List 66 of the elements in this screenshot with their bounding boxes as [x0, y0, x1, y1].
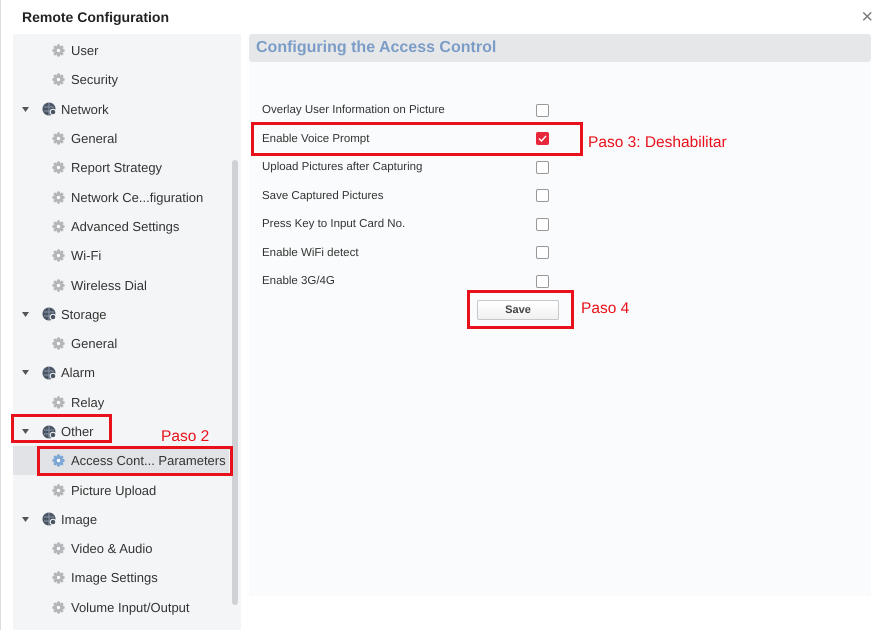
- annotation-label: Paso 2: [161, 427, 210, 447]
- gear-icon: [52, 396, 65, 409]
- checkbox[interactable]: [536, 274, 549, 288]
- scrollbar[interactable]: [232, 160, 238, 605]
- tree-item[interactable]: General: [13, 124, 229, 154]
- gear-icon: [52, 249, 65, 262]
- tree-item[interactable]: Wireless Dial: [13, 270, 229, 300]
- tree-item[interactable]: Relay: [13, 388, 229, 417]
- gear-icon: [52, 542, 65, 556]
- caret-icon[interactable]: [22, 429, 29, 434]
- gear-icon: [52, 161, 65, 174]
- option-label: Press Key to Input Card No.: [262, 218, 406, 230]
- close-button[interactable]: ×: [861, 7, 873, 27]
- tree-item[interactable]: Picture Upload: [13, 475, 229, 505]
- option-label: Overlay User Information on Picture: [262, 104, 446, 116]
- caret-icon[interactable]: [22, 370, 29, 376]
- annotation-label: Paso 4: [581, 299, 630, 319]
- option-label: Enable Voice Prompt: [262, 132, 370, 145]
- gear-icon: [52, 571, 65, 584]
- tree-item[interactable]: Advanced Settings: [13, 212, 229, 242]
- gear-icon: [52, 600, 65, 614]
- caret-icon[interactable]: [22, 106, 29, 112]
- tree-group[interactable]: Storage: [22, 304, 109, 324]
- tree-group[interactable]: Alarm: [22, 362, 97, 383]
- tree-item[interactable]: Report Strategy: [13, 153, 229, 182]
- checkbox[interactable]: [536, 132, 549, 146]
- gear-icon: [52, 220, 65, 233]
- tree-item[interactable]: Network Ce...figuration: [13, 182, 229, 212]
- gear-icon: [52, 337, 65, 350]
- globe-gear-icon: [42, 307, 57, 322]
- tree-item[interactable]: Video & Audio: [13, 534, 229, 564]
- option-label: Enable 3G/4G: [262, 275, 336, 288]
- gear-icon: [52, 190, 65, 204]
- checkbox[interactable]: [536, 189, 549, 202]
- gear-icon: [52, 44, 65, 58]
- globe-gear-icon: [42, 102, 57, 116]
- tree-group[interactable]: Other: [22, 422, 96, 442]
- gear-icon: [52, 278, 65, 292]
- tree-item[interactable]: Volume Input/Output: [13, 592, 229, 622]
- caret-icon[interactable]: [22, 516, 29, 522]
- gear-icon: [52, 73, 65, 86]
- checkbox[interactable]: [536, 104, 549, 117]
- tree-item[interactable]: User: [13, 36, 229, 66]
- save-button[interactable]: Save: [477, 300, 559, 320]
- tree-item[interactable]: Wi-Fi: [13, 241, 229, 270]
- checkbox[interactable]: [536, 218, 549, 231]
- globe-gear-icon: [42, 512, 57, 526]
- option-label: Upload Pictures after Capturing: [262, 161, 424, 174]
- option-label: Save Captured Pictures: [262, 190, 384, 202]
- tree-item[interactable]: General: [13, 328, 229, 358]
- tree-group[interactable]: Network: [22, 99, 111, 120]
- caret-icon[interactable]: [22, 312, 29, 317]
- panel-title: Configuring the Access Control: [256, 39, 496, 57]
- gear-icon: [52, 454, 65, 468]
- globe-gear-icon: [42, 366, 57, 380]
- window-title: Remote Configuration: [22, 9, 169, 25]
- tree-item[interactable]: Image Settings: [13, 563, 229, 593]
- globe-gear-icon: [42, 424, 57, 438]
- checkbox[interactable]: [536, 246, 549, 260]
- option-label: Enable WiFi detect: [262, 246, 360, 259]
- tree-item[interactable]: Security: [13, 65, 229, 95]
- gear-icon: [52, 484, 65, 497]
- checkbox[interactable]: [536, 160, 549, 174]
- tree-group[interactable]: Image: [22, 509, 100, 530]
- gear-icon: [52, 132, 65, 146]
- annotation-label: Paso 3: Deshabilitar: [588, 133, 727, 153]
